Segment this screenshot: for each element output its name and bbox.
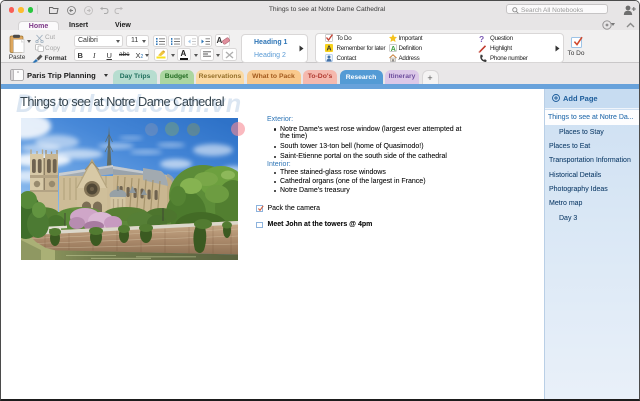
svg-text:A: A [390, 46, 395, 52]
svg-text:A: A [326, 46, 331, 53]
